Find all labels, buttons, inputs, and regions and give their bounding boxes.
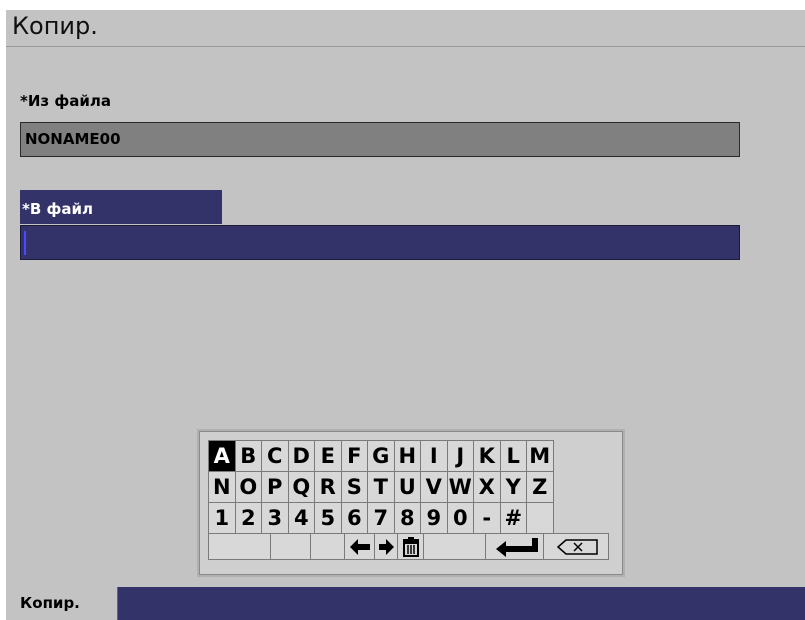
key-blank-1[interactable] <box>208 533 271 560</box>
bottom-bar: Копир. <box>6 587 805 620</box>
key-t[interactable]: T <box>367 471 395 503</box>
from-file-label: *Из файла <box>20 92 111 110</box>
key-w[interactable]: W <box>446 471 474 503</box>
key-b[interactable]: B <box>234 440 262 472</box>
key-j[interactable]: J <box>446 440 474 472</box>
key-a[interactable]: A <box>208 440 236 472</box>
key-e[interactable]: E <box>314 440 342 472</box>
key-f[interactable]: F <box>340 440 368 472</box>
key-blank[interactable] <box>526 502 554 534</box>
key-z[interactable]: Z <box>526 471 554 503</box>
key-x[interactable]: X <box>473 471 501 503</box>
key-7[interactable]: 7 <box>367 502 395 534</box>
key-q[interactable]: Q <box>287 471 315 503</box>
key-k[interactable]: K <box>473 440 501 472</box>
from-file-value: NONAME00 <box>25 130 121 148</box>
key-9[interactable]: 9 <box>420 502 448 534</box>
virtual-keyboard: A B C D E F G H I J K L M N O P Q R S T U V W X Y Z 1 2 3 4 5 6 7 8 9 0- # <box>199 431 623 575</box>
key-hash[interactable]: # <box>499 502 527 534</box>
key-o[interactable]: O <box>234 471 262 503</box>
key-d[interactable]: D <box>287 440 315 472</box>
title-bar: Копир. <box>6 10 805 47</box>
key-u[interactable]: U <box>393 471 421 503</box>
text-caret <box>24 231 26 255</box>
key-m[interactable]: M <box>526 440 554 472</box>
enter-icon[interactable] <box>485 533 544 560</box>
key-y[interactable]: Y <box>499 471 527 503</box>
key-1[interactable]: 1 <box>208 502 236 534</box>
key-v[interactable]: V <box>420 471 448 503</box>
key-6[interactable]: 6 <box>340 502 368 534</box>
key-r[interactable]: R <box>314 471 342 503</box>
trash-icon[interactable] <box>397 533 424 560</box>
key-s[interactable]: S <box>340 471 368 503</box>
backspace-icon[interactable] <box>543 533 609 560</box>
key-h[interactable]: H <box>393 440 421 472</box>
key-p[interactable]: P <box>261 471 289 503</box>
bottom-tab-copy[interactable]: Копир. <box>6 587 118 620</box>
key-3[interactable]: 3 <box>261 502 289 534</box>
key-blank-2[interactable] <box>270 533 311 560</box>
page-title: Копир. <box>12 12 98 40</box>
key-l[interactable]: L <box>499 440 527 472</box>
to-file-input[interactable] <box>20 225 740 260</box>
left-arrow-icon[interactable] <box>344 533 375 560</box>
key-0[interactable]: 0 <box>446 502 474 534</box>
screen: Копир. *Из файла NONAME00 *В файл ABCDEF… <box>6 10 805 620</box>
key-blank-3[interactable] <box>310 533 345 560</box>
from-file-field[interactable]: NONAME00 <box>20 122 740 157</box>
key-8[interactable]: 8 <box>393 502 421 534</box>
key-c[interactable]: C <box>261 440 289 472</box>
bottom-tab-label: Копир. <box>20 594 80 612</box>
right-arrow-icon[interactable] <box>374 533 398 560</box>
key-4[interactable]: 4 <box>287 502 315 534</box>
key-g[interactable]: G <box>367 440 395 472</box>
key-i[interactable]: I <box>420 440 448 472</box>
key-dash[interactable]: - <box>473 502 501 534</box>
key-2[interactable]: 2 <box>234 502 262 534</box>
to-file-label: *В файл <box>22 200 94 218</box>
to-file-label-tab: *В файл <box>20 190 222 224</box>
key-5[interactable]: 5 <box>314 502 342 534</box>
key-n[interactable]: N <box>208 471 236 503</box>
key-blank-4[interactable] <box>423 533 486 560</box>
